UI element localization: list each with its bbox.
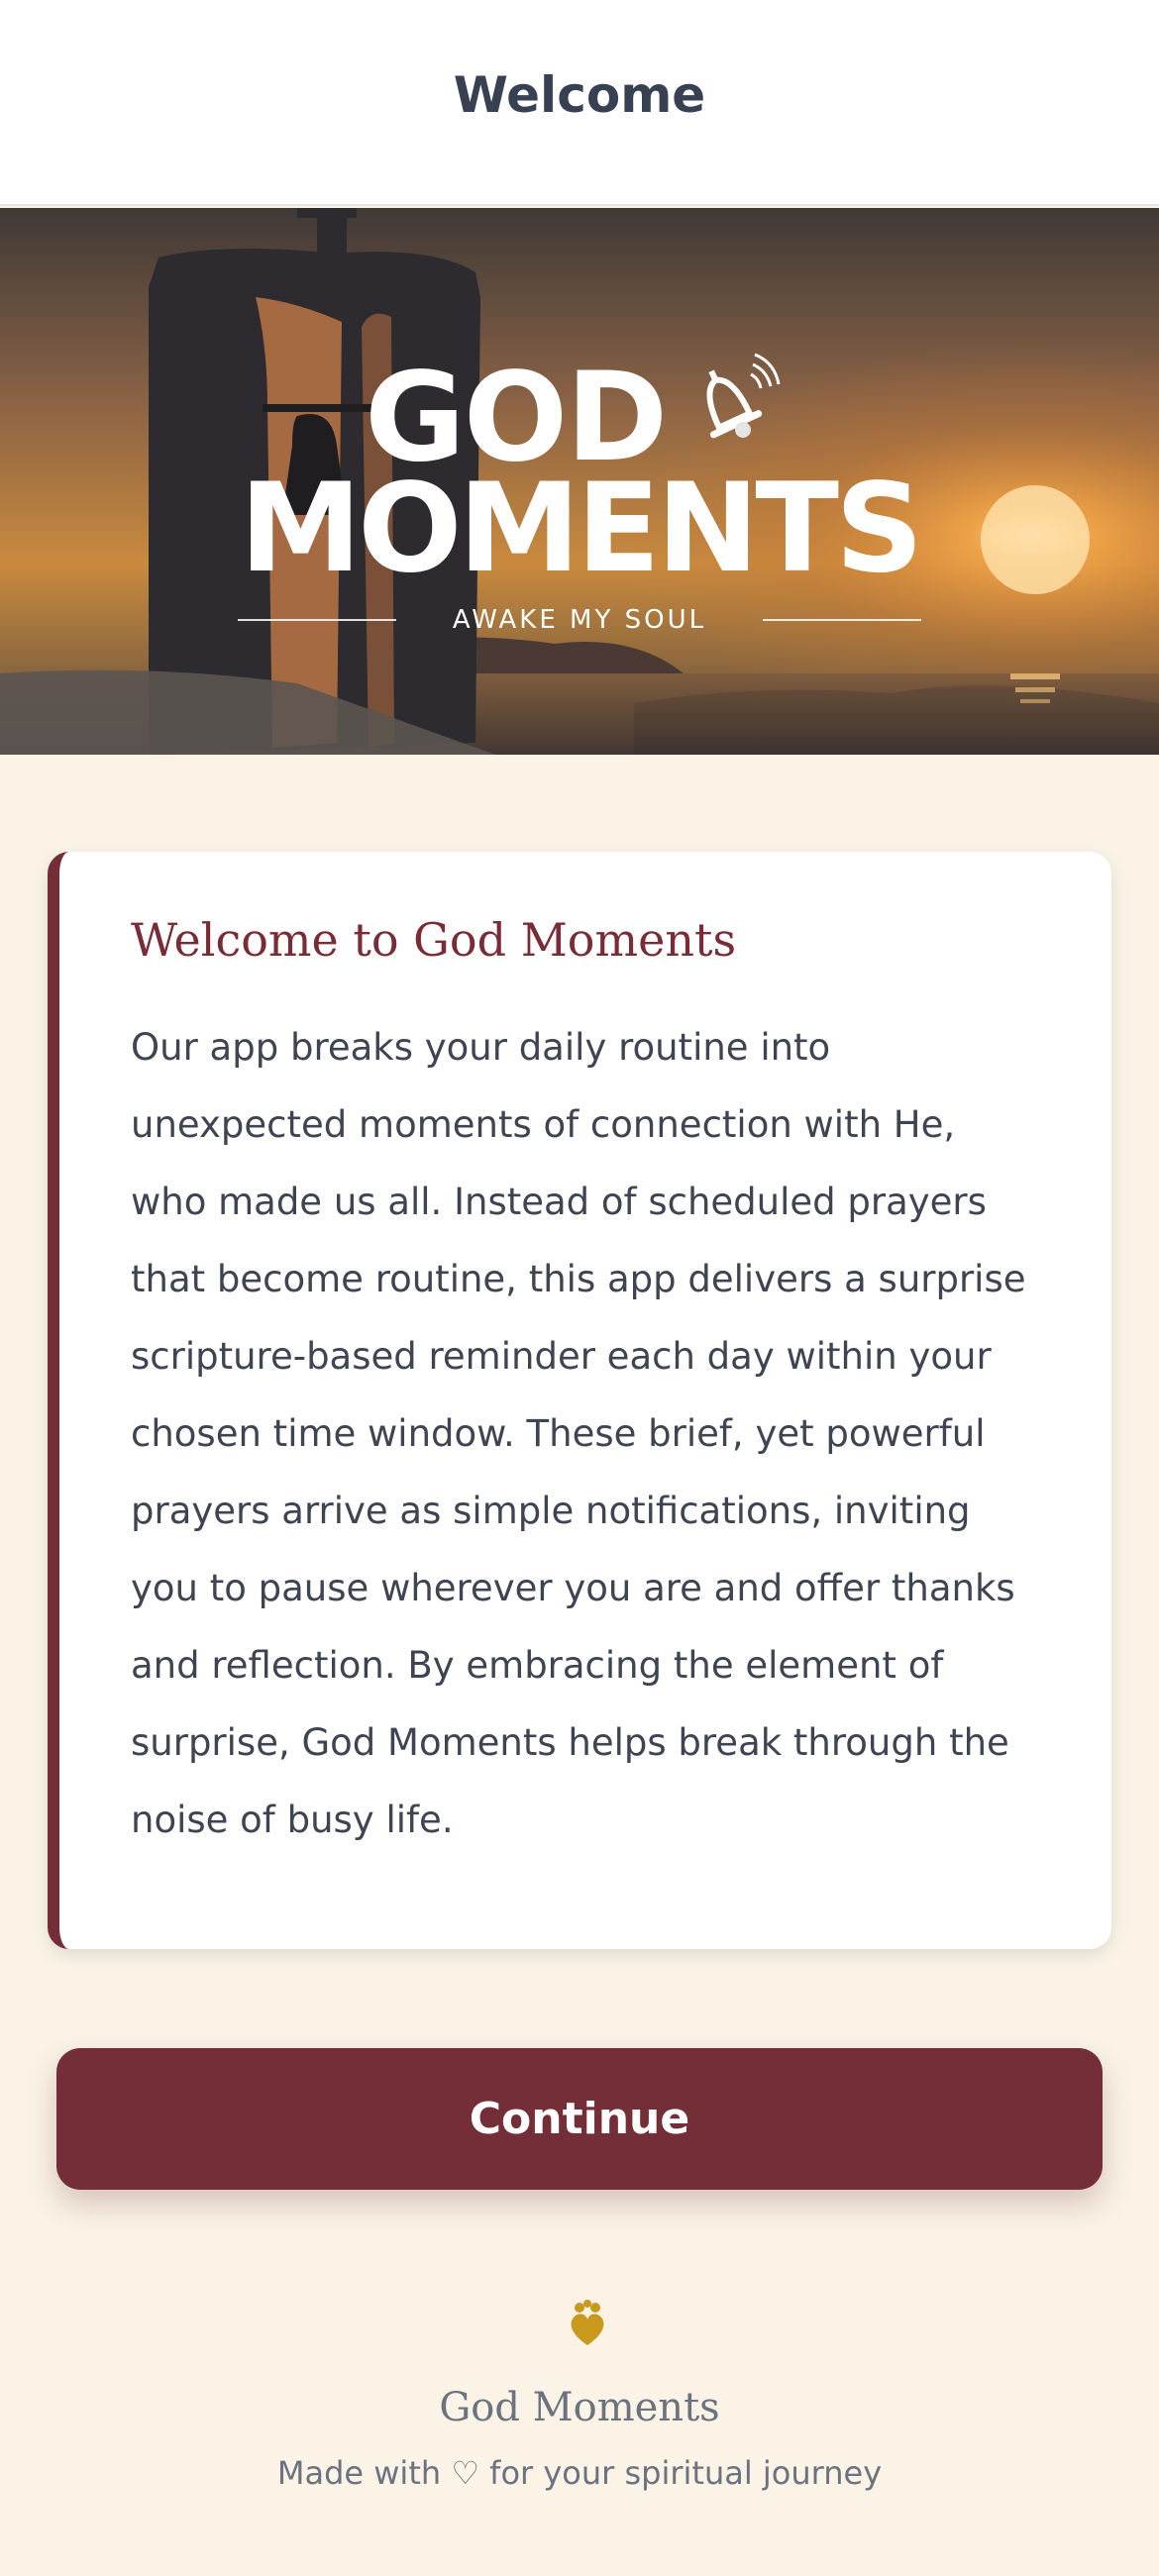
- card-title: Welcome to God Moments: [131, 913, 737, 967]
- logo-tagline: AWAKE MY SOUL: [452, 605, 707, 635]
- logo-line-moments: MOMENTS: [239, 458, 924, 600]
- divider-line: [238, 619, 396, 621]
- page-title: Welcome: [453, 65, 706, 124]
- app-logo: GOD MOMENTS AWAKE MY SOUL: [0, 208, 1159, 755]
- divider-line: [763, 619, 921, 621]
- hero-banner: GOD MOMENTS AWAKE MY SOUL: [0, 208, 1159, 755]
- top-bar: Welcome: [0, 0, 1159, 206]
- footer-app-name: God Moments: [439, 2385, 720, 2430]
- card-body-text: Our app breaks your daily routine into u…: [131, 1026, 1026, 1842]
- heart-flower-icon: [571, 2300, 604, 2345]
- bell-ringing-icon: [706, 353, 781, 439]
- continue-button[interactable]: Continue: [56, 2048, 1103, 2190]
- logo-tagline-row: AWAKE MY SOUL: [238, 600, 921, 640]
- welcome-card: Welcome to God Moments Our app breaks yo…: [48, 852, 1111, 1949]
- footer-tagline: Made with ♡ for your spiritual journey: [276, 2454, 883, 2492]
